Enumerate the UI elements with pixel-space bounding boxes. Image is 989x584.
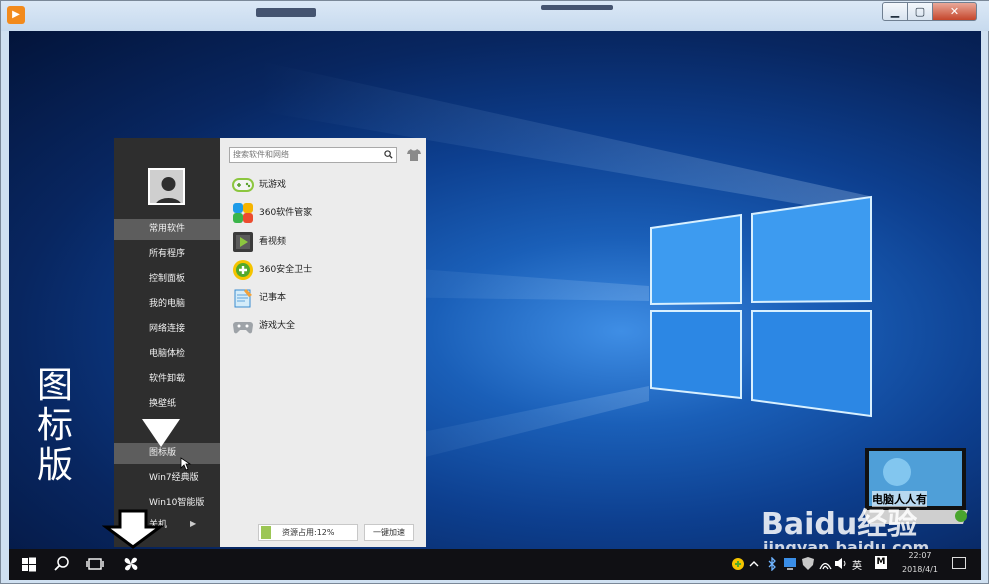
security-guard-icon: [233, 260, 253, 280]
user-avatar[interactable]: [148, 168, 185, 205]
baidu-watermark: Baidu经验: [761, 507, 918, 542]
app-item-game-collection[interactable]: 游戏大全: [232, 315, 412, 337]
annotation-hollow-arrow-icon: [102, 509, 164, 549]
nav-item-win7-classic[interactable]: Win7经典版: [114, 468, 220, 489]
nav-item-all-programs[interactable]: 所有程序: [114, 244, 220, 265]
mouse-cursor-icon: [180, 457, 192, 471]
nav-item-control-panel[interactable]: 控制面板: [114, 269, 220, 290]
app-label: 玩游戏: [259, 180, 287, 190]
resource-usage-label: 资源占用:12%: [282, 528, 335, 537]
notepad-icon: [234, 289, 252, 308]
app-item-play-games[interactable]: 玩游戏: [232, 174, 412, 196]
app-item-watch-video[interactable]: 看视频: [232, 231, 412, 253]
annotation-down-arrow-icon: [142, 419, 180, 447]
task-view-icon[interactable]: [85, 554, 105, 574]
software-manager-icon: [233, 203, 253, 223]
windows-start-icon[interactable]: [19, 554, 39, 574]
nav-item-checkup[interactable]: 电脑体检: [114, 344, 220, 365]
app-label: 游戏大全: [259, 321, 296, 331]
app-item-security-guard[interactable]: 360安全卫士: [232, 259, 412, 281]
taskbar-clock-date[interactable]: 2018/4/1: [895, 565, 945, 574]
bluetooth-icon[interactable]: [766, 557, 778, 571]
app-label: 360软件管家: [259, 208, 313, 218]
nav-item-my-computer[interactable]: 我的电脑: [114, 294, 220, 315]
show-hidden-icons-icon[interactable]: [748, 557, 760, 571]
shutdown-arrow-icon[interactable]: ▶: [190, 519, 196, 528]
pinwheel-start-icon[interactable]: [121, 554, 141, 574]
app-label: 看视频: [259, 237, 287, 247]
app-item-software-manager[interactable]: 360软件管家: [232, 202, 412, 224]
annotation-caption: 图标版: [37, 365, 74, 486]
nav-item-wallpaper[interactable]: 换壁纸: [114, 394, 220, 415]
one-click-accelerate-button[interactable]: 一键加速: [364, 524, 414, 541]
search-icon[interactable]: [52, 554, 72, 574]
tray-shield-icon[interactable]: [801, 556, 815, 571]
close-button[interactable]: ✕: [932, 2, 977, 21]
minimize-button[interactable]: ▁: [882, 2, 908, 21]
resource-usage-indicator: 资源占用:12%: [258, 524, 358, 541]
title-bar[interactable]: ▶ ▁ ▢ ✕: [1, 1, 989, 31]
nav-item-uninstall[interactable]: 软件卸载: [114, 369, 220, 390]
taskbar: 英 M 22:07 2018/4/1: [9, 549, 981, 580]
ime-mode-indicator[interactable]: M: [875, 556, 887, 569]
tray-monitor-icon[interactable]: [783, 556, 797, 571]
tray-app-icon[interactable]: [731, 557, 745, 571]
title-text-blurred: [256, 8, 316, 17]
start-menu: 常用软件 所有程序 控制面板 我的电脑 网络连接 电脑体检 软件卸载 换壁纸 图…: [114, 138, 426, 547]
action-center-icon[interactable]: [952, 557, 966, 569]
taskbar-clock-time[interactable]: 22:07: [895, 551, 945, 560]
network-icon[interactable]: [818, 556, 832, 571]
volume-icon[interactable]: [834, 556, 848, 571]
search-icon[interactable]: [384, 150, 393, 159]
skin-shirt-icon[interactable]: [407, 149, 421, 161]
video-play-icon: [233, 232, 253, 252]
resource-usage-bar: [261, 526, 271, 539]
player-window: ▶ ▁ ▢ ✕ 常用软件 所有程序 控制面板 我的电脑 网络连接 电脑体检 软件…: [0, 0, 989, 584]
user-avatar-icon: [156, 177, 181, 203]
maximize-button[interactable]: ▢: [907, 2, 933, 21]
game-controller-icon: [233, 322, 253, 334]
player-app-icon: ▶: [7, 6, 25, 24]
software-search-input[interactable]: 搜索软件和网络: [229, 147, 397, 163]
app-item-notepad[interactable]: 记事本: [232, 287, 412, 309]
title-text-blurred: [541, 5, 613, 10]
gamepad-icon: [232, 178, 254, 192]
app-label: 记事本: [259, 293, 287, 303]
start-menu-apps-panel: 搜索软件和网络 玩游戏 360软件管家 看视频 360安全卫士 记事本 游戏大全…: [220, 138, 426, 547]
nav-item-network[interactable]: 网络连接: [114, 319, 220, 340]
app-label: 360安全卫士: [259, 265, 313, 275]
input-language-indicator[interactable]: 英: [852, 557, 862, 572]
nav-item-common-software[interactable]: 常用软件: [114, 219, 220, 240]
search-placeholder: 搜索软件和网络: [233, 150, 289, 159]
start-menu-nav: 常用软件 所有程序 控制面板 我的电脑 网络连接 电脑体检 软件卸载 换壁纸 图…: [114, 138, 220, 547]
